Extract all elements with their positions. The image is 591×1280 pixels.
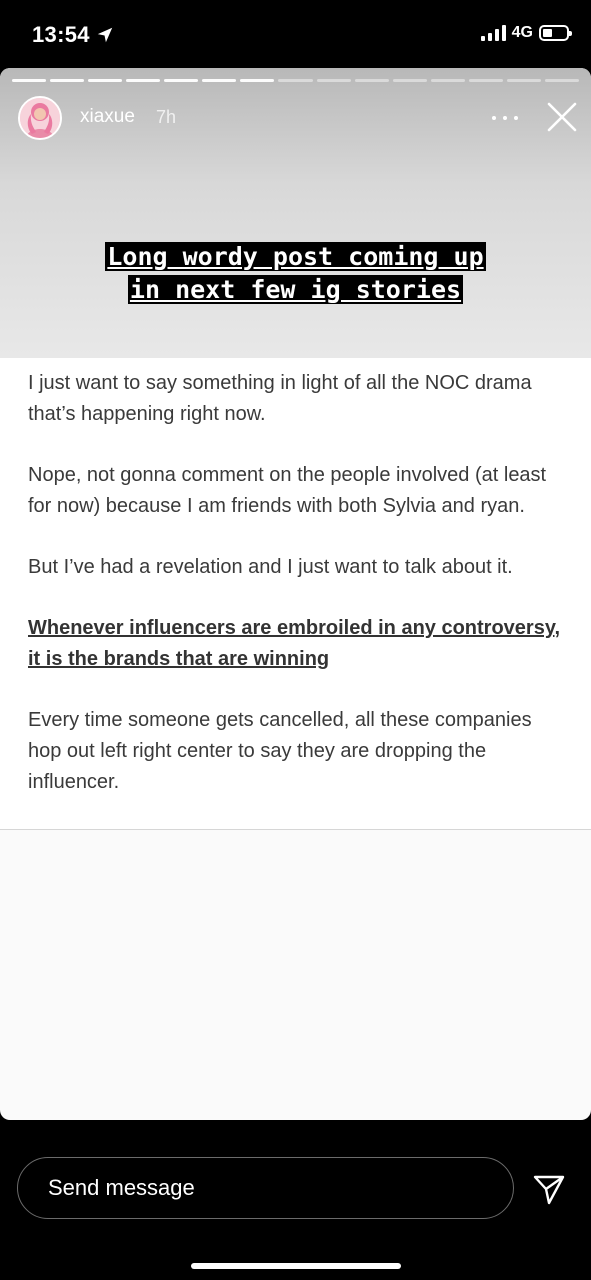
story-timestamp: 7h xyxy=(156,107,177,127)
direct-send-icon[interactable] xyxy=(532,1172,566,1206)
progress-segment xyxy=(430,79,465,82)
avatar[interactable] xyxy=(18,96,62,140)
article-paragraph: But I’ve had a revelation and I just wan… xyxy=(28,556,513,578)
progress-segment xyxy=(164,79,199,82)
story-card[interactable]: xiaxue 7h Long wordy post coming up in n… xyxy=(0,68,591,1120)
progress-segment xyxy=(468,79,503,82)
network-type: 4G xyxy=(511,24,533,41)
battery-icon xyxy=(539,25,572,41)
send-message-input[interactable]: Send message xyxy=(17,1157,514,1219)
headline-line: in next few ig stories xyxy=(127,275,464,304)
progress-segment xyxy=(240,79,275,82)
status-bar: 13:54 4G xyxy=(0,0,591,68)
progress-segment xyxy=(12,79,47,82)
article-paragraph: I just want to say something in light of… xyxy=(28,372,532,425)
reply-bar: Send message xyxy=(0,1120,591,1280)
home-indicator xyxy=(191,1263,401,1269)
headline-line: Long wordy post coming up xyxy=(105,242,486,271)
close-icon[interactable] xyxy=(545,100,579,134)
progress-segment xyxy=(392,79,427,82)
story-header: xiaxue 7h Long wordy post coming up in n… xyxy=(0,68,591,358)
username[interactable]: xiaxue xyxy=(80,106,135,128)
clock: 13:54 xyxy=(32,22,90,47)
progress-segment xyxy=(316,79,351,82)
location-arrow-icon xyxy=(97,27,112,43)
status-indicators: 4G xyxy=(480,24,572,42)
signal-icon xyxy=(480,25,506,41)
article-paragraph: Every time someone gets cancelled, all t… xyxy=(28,709,532,793)
story-headline: Long wordy post coming up in next few ig… xyxy=(0,240,591,306)
progress-segment xyxy=(278,79,313,82)
shared-article-text: I just want to say something in light of… xyxy=(0,358,591,830)
story-progress-bar xyxy=(12,79,579,82)
article-paragraph: Nope, not gonna comment on the people in… xyxy=(28,464,547,517)
more-options-icon[interactable] xyxy=(492,114,518,122)
status-time: 13:54 xyxy=(32,22,114,48)
progress-segment xyxy=(354,79,389,82)
article-highlight-link: Whenever influencers are embroiled in an… xyxy=(28,617,561,670)
progress-segment xyxy=(50,79,85,82)
avatar-image xyxy=(20,98,60,138)
progress-segment xyxy=(88,79,123,82)
progress-segment xyxy=(506,79,541,82)
progress-segment xyxy=(202,79,237,82)
progress-segment xyxy=(126,79,161,82)
progress-segment xyxy=(544,79,579,82)
